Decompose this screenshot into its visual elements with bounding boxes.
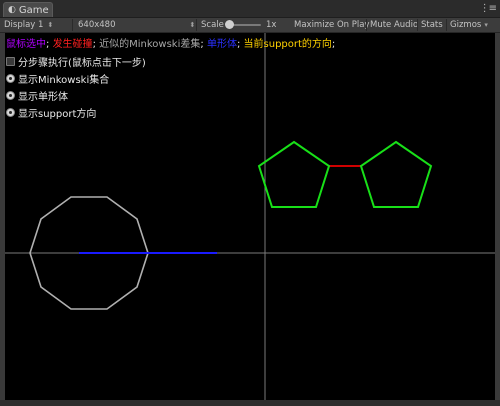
- option-show-minkowski[interactable]: 显示Minkowski集合: [6, 70, 146, 87]
- tab-game-label: Game: [18, 4, 49, 16]
- maximize-on-play-toggle[interactable]: Maximize On Play: [294, 19, 369, 31]
- option-label: 显示单形体: [18, 92, 68, 103]
- legend-simplex: 单形体: [206, 39, 237, 50]
- game-toolbar: Display 1 ⬍ 640x480 ⬍ Scale 1x Maximize On…: [0, 18, 500, 33]
- option-step-mode[interactable]: 分步骤执行(鼠标点击下一步): [6, 53, 146, 70]
- pentagon-shape-left[interactable]: [257, 140, 331, 208]
- toolbar-divider: [417, 19, 418, 31]
- checkbox[interactable]: [6, 57, 15, 66]
- game-view-icon: ◐: [8, 5, 16, 15]
- checkbox[interactable]: [6, 74, 15, 83]
- scale-value: 1x: [266, 20, 277, 30]
- option-show-support[interactable]: 显示support方向: [6, 104, 146, 121]
- display-dropdown-label: Display 1: [4, 20, 44, 30]
- option-label: 显示support方向: [18, 109, 97, 120]
- tab-game[interactable]: ◐ Game: [3, 2, 53, 17]
- toolbar-divider: [446, 19, 447, 31]
- resolution-dropdown[interactable]: 640x480 ⬍: [78, 19, 195, 31]
- tab-strip: ◐ Game ⋮≡: [0, 0, 500, 18]
- legend-mouse-selected: 鼠标选中: [6, 39, 46, 50]
- chevron-down-icon: ⬍: [47, 21, 54, 29]
- display-dropdown[interactable]: Display 1 ⬍: [4, 19, 53, 31]
- legend-end: ;: [331, 39, 336, 50]
- gizmos-dropdown-label: Gizmos: [450, 20, 482, 30]
- pentagon-shape-right[interactable]: [359, 140, 433, 208]
- toolbar-divider: [72, 19, 73, 31]
- window-bottom-edge: [0, 400, 500, 406]
- chevron-down-icon: ▾: [484, 21, 488, 29]
- legend-minkowski: 近似的Minkowski差集: [99, 39, 201, 50]
- toolbar-divider: [196, 19, 197, 31]
- color-legend: 鼠标选中; 发生碰撞; 近似的Minkowski差集; 单形体; 当前suppo…: [6, 35, 335, 50]
- toolbar-divider: [366, 19, 367, 31]
- option-label: 分步骤执行(鼠标点击下一步): [18, 58, 146, 69]
- legend-collision: 发生碰撞: [52, 39, 93, 50]
- scale-slider-handle[interactable]: [225, 20, 234, 29]
- chevron-down-icon: ⬍: [189, 21, 196, 29]
- legend-support-direction: 当前support的方向: [243, 39, 332, 50]
- options-panel: 分步骤执行(鼠标点击下一步) 显示Minkowski集合 显示单形体 显示sup…: [6, 53, 146, 121]
- checkbox[interactable]: [6, 108, 15, 117]
- game-viewport[interactable]: 鼠标选中; 发生碰撞; 近似的Minkowski差集; 单形体; 当前suppo…: [5, 33, 495, 400]
- scale-label: Scale: [201, 20, 224, 30]
- mute-audio-toggle[interactable]: Mute Audio: [370, 19, 418, 31]
- stats-toggle[interactable]: Stats: [421, 19, 443, 31]
- gizmos-dropdown[interactable]: Gizmos ▾: [450, 19, 488, 31]
- resolution-dropdown-label: 640x480: [78, 20, 116, 30]
- option-show-simplex[interactable]: 显示单形体: [6, 87, 146, 104]
- option-label: 显示Minkowski集合: [18, 75, 110, 86]
- checkbox[interactable]: [6, 91, 15, 100]
- tab-menu-icon[interactable]: ⋮≡: [480, 3, 497, 14]
